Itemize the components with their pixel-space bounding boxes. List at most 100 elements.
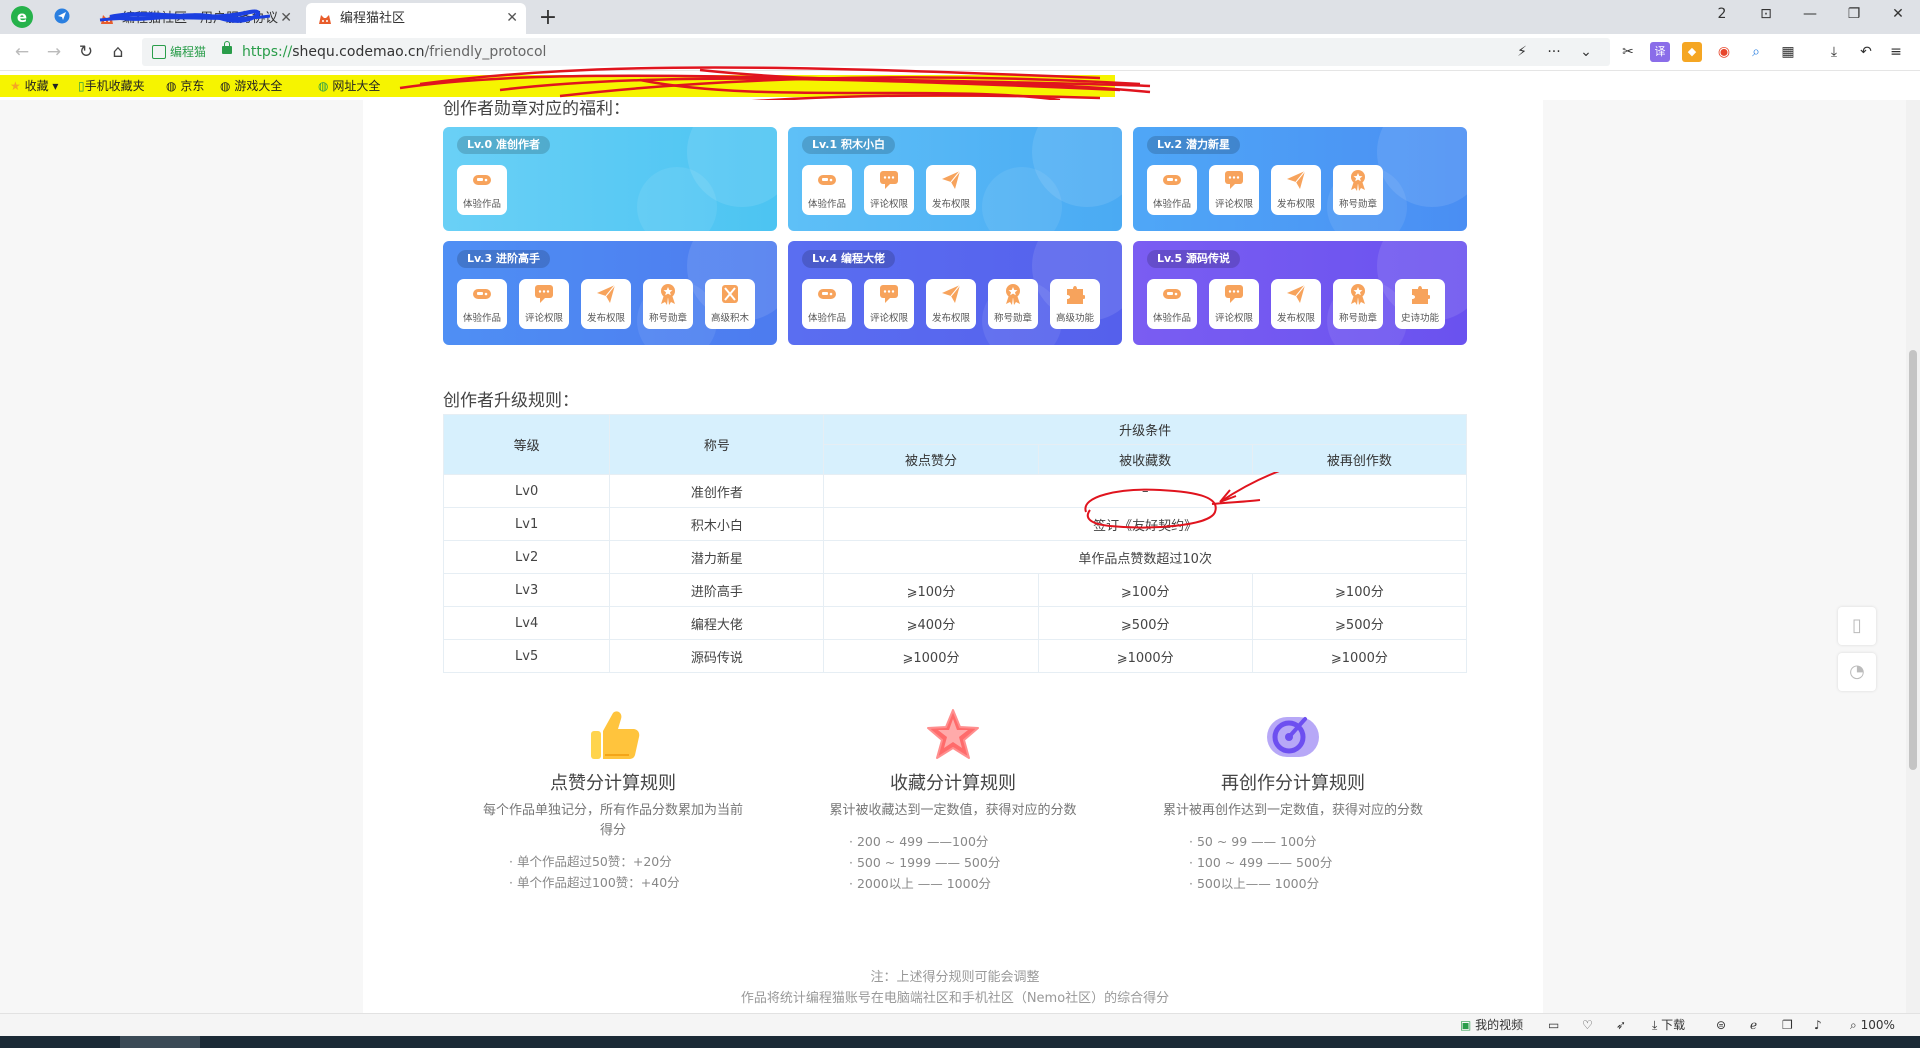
cell-level: Lv0 (442, 474, 611, 508)
pinned-tab-icon[interactable] (54, 8, 70, 24)
perm-label: 发布权限 (1276, 199, 1315, 210)
mobile-app-button[interactable]: ▯ (1838, 607, 1876, 645)
th-remixes: 被再创作数 (1251, 444, 1468, 475)
perm-tile: 称号勋章 (988, 279, 1038, 329)
bookmark-favorites[interactable]: ★ 收藏 ▾ (10, 76, 58, 96)
url-text[interactable]: https://shequ.codemao.cn/friendly_protoc… (242, 38, 546, 66)
scroll-thumb[interactable] (1909, 350, 1917, 770)
heart-icon[interactable]: ♡ (1582, 1017, 1593, 1033)
cell-title: 准创作者 (609, 474, 825, 508)
perm-tile: 评论权限 (519, 279, 569, 329)
tab-community[interactable]: 编程猫社区 ✕ (306, 3, 526, 34)
scissors-icon[interactable]: ✂ (1618, 42, 1638, 62)
video-icon: ▣ (1460, 1018, 1472, 1032)
perm-label: 体验作品 (807, 199, 846, 210)
rocket-icon[interactable]: ➶ (1616, 1017, 1626, 1033)
bookmark-jd[interactable]: ◍ 京东 (166, 76, 204, 96)
menu-icon[interactable]: ≡ (1886, 42, 1906, 62)
restore-button[interactable]: ❐ (1832, 0, 1876, 30)
medal-card-lv0: Lv.0 准创作者 体验作品 (443, 127, 777, 231)
th-likes: 被点赞分 (823, 444, 1039, 475)
minimize-button[interactable]: — (1788, 0, 1832, 30)
perm-label: 称号勋章 (993, 313, 1032, 324)
close-tab-icon[interactable]: ✕ (280, 3, 292, 34)
perm-tile: 体验作品 (802, 165, 852, 215)
bookmark-label: 手机收藏夹 (84, 79, 145, 93)
image-icon[interactable]: ▭ (1548, 1017, 1559, 1033)
cell-level: Lv4 (442, 606, 611, 640)
level-tag: Lv.4 编程大佬 (802, 250, 895, 268)
chevron-down-icon[interactable]: ⌄ (1576, 42, 1596, 62)
medal-card-lv5: Lv.5 源码传说 体验作品 评论权限 发布权限 称号勋章 史诗功能 (1133, 241, 1467, 345)
perm-label: 评论权限 (1214, 313, 1253, 324)
cell-title: 潜力新星 (609, 540, 825, 574)
close-tab-icon[interactable]: ✕ (506, 3, 518, 34)
download-icon[interactable]: ⤓ (1824, 42, 1844, 62)
new-tab-button[interactable]: + (534, 4, 562, 32)
more-icon[interactable]: ··· (1544, 42, 1564, 62)
rule-desc: 累计被收藏达到一定数值，获得对应的分数 (829, 803, 1077, 818)
table-row: Lv2 潜力新星 单作品点赞数超过10次 (442, 540, 1467, 574)
qq-icon[interactable]: ◔ (1838, 653, 1876, 691)
shield-icon[interactable]: ◆ (1682, 42, 1702, 62)
table-row: Lv4 编程大佬 ⩾400分 ⩾500分 ⩾500分 (442, 606, 1468, 640)
note-scoring: 作品将统计编程猫账号在电脑端社区和手机社区（Nemo社区）的综合得分 (740, 991, 1170, 1006)
download-label: 下载 (1661, 1018, 1686, 1032)
tab-user-agreement[interactable]: 编程猫社区 - 用户服务协议 ✕ (88, 3, 300, 34)
perm-label: 发布权限 (1276, 313, 1315, 324)
rule-items: · 50 ~ 99 —— 100分 · 100 ~ 499 —— 500分 · … (1163, 831, 1423, 894)
forward-icon[interactable]: → (42, 40, 66, 64)
cell-level: Lv2 (442, 540, 611, 574)
undo-icon[interactable]: ↶ (1856, 42, 1876, 62)
ie-icon[interactable]: ℯ (1750, 1017, 1757, 1033)
home-icon[interactable]: ⌂ (106, 40, 130, 64)
perm-tile: 史诗功能 (1395, 279, 1445, 329)
bookmark-label: 游戏大全 (234, 79, 283, 93)
cell-level: Lv5 (442, 639, 611, 673)
apps-icon[interactable]: ▦ (1778, 42, 1798, 62)
address-bar[interactable]: 编程猫 https://shequ.codemao.cn/friendly_pr… (142, 38, 1610, 66)
zoom-control[interactable]: ⌕ 100% (1850, 1017, 1895, 1033)
reload-icon[interactable]: ↻ (74, 40, 98, 64)
cell-favorites: ⩾1000分 (1037, 639, 1253, 673)
medal-icon (1351, 284, 1365, 305)
search-icon[interactable]: ⌕ (1746, 42, 1766, 62)
car-icon[interactable]: ⊜ (1716, 1017, 1726, 1033)
perm-tile: 发布权限 (926, 279, 976, 329)
browser-toolbar: ← → ↻ ⌂ 编程猫 https://shequ.codemao.cn/fri… (0, 34, 1920, 71)
close-window-button[interactable]: ✕ (1876, 0, 1920, 30)
comment-icon (535, 285, 553, 303)
skin-button[interactable]: ⊡ (1744, 0, 1788, 30)
game-icon[interactable]: ◉ (1714, 42, 1734, 62)
perm-label: 高级功能 (1055, 313, 1094, 324)
video-label: 我的视频 (1475, 1018, 1524, 1032)
perm-tile: 高级积木 (705, 279, 755, 329)
bookmark-games[interactable]: ◍ 游戏大全 (220, 76, 282, 96)
medal-icon (1006, 284, 1020, 305)
lightning-icon[interactable]: ⚡ (1512, 42, 1532, 62)
back-icon[interactable]: ← (10, 40, 34, 64)
download-button[interactable]: ⤓ 下载 (1652, 1017, 1685, 1033)
rule-title: 再创作分计算规则 (1221, 773, 1365, 794)
tab-count-button[interactable]: 2 (1700, 0, 1744, 30)
cell-favorites: ⩾100分 (1037, 573, 1253, 607)
translate-icon[interactable]: 译 (1650, 42, 1670, 62)
window-icon[interactable]: ❐ (1782, 1017, 1793, 1033)
browser-logo-icon[interactable]: e (10, 5, 34, 29)
medal-card-lv1: Lv.1 积木小白 体验作品 评论权限 发布权限 (788, 127, 1122, 231)
scrollbar[interactable] (1906, 100, 1920, 1013)
paper-plane-icon (597, 284, 616, 303)
perm-tile: 发布权限 (1271, 165, 1321, 215)
gamepad-icon (1163, 289, 1181, 299)
table-row: Lv5 源码传说 ⩾1000分 ⩾1000分 ⩾1000分 (442, 639, 1468, 673)
os-taskbar (0, 1036, 1920, 1048)
paper-plane-icon (1287, 170, 1306, 189)
bookmark-mobile[interactable]: ▯手机收藏夹 (78, 76, 145, 96)
my-videos-button[interactable]: ▣ 我的视频 (1460, 1017, 1523, 1033)
cell-remixes: ⩾1000分 (1251, 639, 1468, 673)
taskbar-active-item[interactable] (120, 1036, 200, 1048)
sound-icon[interactable]: ♪ (1814, 1017, 1822, 1033)
upgrade-rule-table: 等级 称号 升级条件 被点赞分 被收藏数 被再创作数 Lv0 准创作者 – Lv… (442, 414, 1468, 673)
cell-remixes: ⩾500分 (1251, 606, 1468, 640)
bookmark-sites[interactable]: ◍ 网址大全 (318, 76, 380, 96)
